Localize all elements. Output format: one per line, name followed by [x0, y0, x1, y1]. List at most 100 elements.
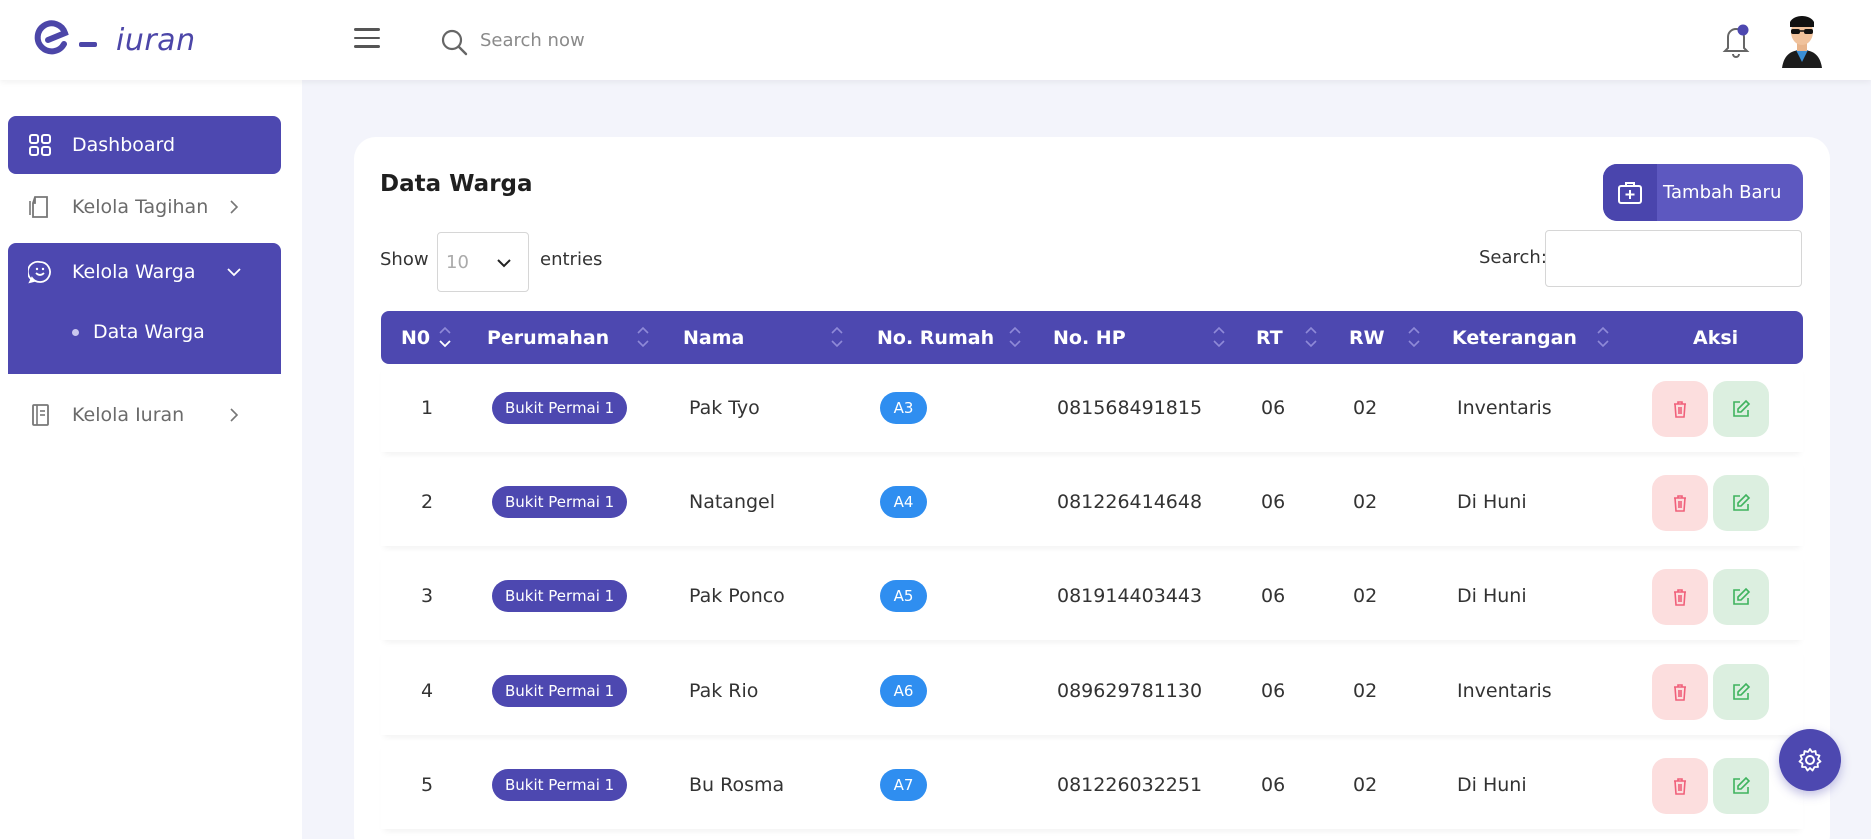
- delete-button[interactable]: [1652, 569, 1708, 625]
- sort-icon[interactable]: [1406, 319, 1422, 355]
- table-row: 3 Bukit Permai 1 Pak Ponco A5 0819144034…: [381, 552, 1803, 640]
- cell-no-rumah: A5: [880, 552, 927, 640]
- cell-keterangan: Di Huni: [1457, 585, 1527, 607]
- edit-button[interactable]: [1713, 381, 1769, 437]
- sort-icon[interactable]: [829, 319, 845, 355]
- cell-rw: 02: [1353, 491, 1378, 513]
- show-label: Show: [380, 249, 429, 270]
- entries-select[interactable]: 10: [437, 232, 529, 292]
- cell-no-hp: 081226032251: [1057, 774, 1203, 796]
- column-header-rw[interactable]: RW: [1349, 311, 1385, 364]
- user-avatar[interactable]: [1776, 12, 1828, 68]
- cell-keterangan: Di Huni: [1457, 774, 1527, 796]
- perumahan-badge: Bukit Permai 1: [492, 675, 628, 707]
- table-row: 4 Bukit Permai 1 Pak Rio A6 089629781130…: [381, 647, 1803, 735]
- table-header: N0 Perumahan Nama No. Rumah No. HP RT RW…: [381, 311, 1803, 364]
- table-search-label: Search:: [1479, 247, 1547, 268]
- cell-nama: Pak Ponco: [689, 585, 785, 607]
- column-header-nama[interactable]: Nama: [683, 311, 744, 364]
- cell-keterangan: Inventaris: [1457, 680, 1552, 702]
- page-title: Data Warga: [380, 171, 533, 197]
- menu-toggle-button[interactable]: [354, 28, 380, 52]
- sort-icon[interactable]: [1211, 319, 1227, 355]
- cell-keterangan: Di Huni: [1457, 491, 1527, 513]
- sort-icon[interactable]: [1303, 319, 1319, 355]
- sidebar-item-label: Kelola Tagihan: [72, 196, 209, 218]
- cell-rw: 02: [1353, 680, 1378, 702]
- column-header-keterangan[interactable]: Keterangan: [1452, 311, 1577, 364]
- settings-fab-button[interactable]: [1779, 729, 1841, 791]
- cell-rw: 02: [1353, 397, 1378, 419]
- column-label: RW: [1349, 326, 1385, 349]
- sidebar-subitem-data-warga[interactable]: Data Warga: [72, 321, 205, 343]
- column-label: N0: [401, 326, 431, 349]
- bell-icon[interactable]: [1720, 22, 1752, 58]
- trash-icon: [1674, 684, 1686, 701]
- edit-button[interactable]: [1713, 758, 1769, 814]
- grid-icon: [29, 134, 51, 156]
- cell-rt: 06: [1261, 774, 1286, 796]
- app-logo[interactable]: iuran: [34, 16, 196, 64]
- cell-nama: Pak Tyo: [689, 397, 760, 419]
- sort-icon[interactable]: [635, 319, 651, 355]
- sidebar-item-kelola-iuran[interactable]: Kelola Iuran: [8, 386, 281, 444]
- chevron-right-icon: [230, 408, 239, 422]
- column-header-no-hp[interactable]: No. HP: [1053, 311, 1126, 364]
- edit-icon: [1733, 776, 1751, 794]
- cell-no: 5: [421, 774, 434, 796]
- cell-no: 2: [421, 491, 434, 513]
- delete-button[interactable]: [1652, 381, 1708, 437]
- column-header-rt[interactable]: RT: [1256, 311, 1283, 364]
- entries-value: 10: [446, 251, 469, 273]
- column-label: No. HP: [1053, 326, 1126, 349]
- cell-no-hp: 081226414648: [1057, 491, 1203, 513]
- add-folder-icon: [1618, 181, 1642, 204]
- column-label: Aksi: [1693, 326, 1739, 349]
- column-label: Perumahan: [487, 326, 610, 349]
- trash-icon: [1674, 778, 1686, 795]
- rumah-badge: A5: [880, 580, 927, 612]
- rumah-badge: A4: [880, 486, 927, 518]
- delete-button[interactable]: [1652, 758, 1708, 814]
- perumahan-badge: Bukit Permai 1: [492, 580, 628, 612]
- cell-no-rumah: A3: [880, 364, 927, 452]
- cell-no: 4: [421, 680, 434, 702]
- chevron-down-icon: [497, 259, 511, 268]
- sidebar-item-label: Kelola Iuran: [72, 404, 185, 426]
- rumah-badge: A7: [880, 769, 927, 801]
- delete-button[interactable]: [1652, 475, 1708, 531]
- cell-rt: 06: [1261, 491, 1286, 513]
- cell-no-rumah: A6: [880, 647, 927, 735]
- cell-no-hp: 081568491815: [1057, 397, 1203, 419]
- cell-nama: Pak Rio: [689, 680, 759, 702]
- sidebar-item-kelola-warga[interactable]: Kelola Warga: [8, 243, 281, 301]
- sort-icon[interactable]: [1007, 319, 1023, 355]
- sort-icon[interactable]: [1595, 319, 1611, 355]
- edit-button[interactable]: [1713, 475, 1769, 531]
- top-bar: iuran: [0, 0, 1871, 80]
- table-search-input[interactable]: [1545, 230, 1802, 287]
- global-search-input[interactable]: [480, 24, 840, 56]
- trash-icon: [1674, 589, 1686, 606]
- sort-icon[interactable]: [437, 319, 453, 355]
- cell-no-hp: 081914403443: [1057, 585, 1203, 607]
- edit-button[interactable]: [1713, 569, 1769, 625]
- column-header-no-rumah[interactable]: No. Rumah: [877, 311, 994, 364]
- column-header-no[interactable]: N0: [401, 311, 430, 364]
- cell-no-rumah: A4: [880, 458, 927, 546]
- cell-rw: 02: [1353, 774, 1378, 796]
- trash-icon: [1674, 495, 1686, 512]
- edit-icon: [1733, 493, 1751, 511]
- edit-button[interactable]: [1713, 664, 1769, 720]
- delete-button[interactable]: [1652, 664, 1708, 720]
- add-new-button[interactable]: Tambah Baru: [1603, 164, 1803, 221]
- cell-nama: Bu Rosma: [689, 774, 785, 796]
- logo-text: iuran: [116, 22, 196, 58]
- column-header-perumahan[interactable]: Perumahan: [487, 311, 609, 364]
- add-new-label: Tambah Baru: [1663, 182, 1782, 203]
- sidebar-item-kelola-tagihan[interactable]: Kelola Tagihan: [8, 178, 281, 236]
- perumahan-badge: Bukit Permai 1: [492, 769, 628, 801]
- sidebar-item-dashboard[interactable]: Dashboard: [8, 116, 281, 174]
- cell-rt: 06: [1261, 585, 1286, 607]
- cell-rw: 02: [1353, 585, 1378, 607]
